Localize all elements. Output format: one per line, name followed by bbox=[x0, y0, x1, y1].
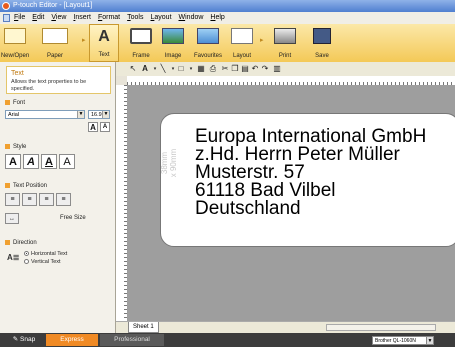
shrink-font-button[interactable]: A bbox=[100, 122, 110, 132]
style-section-header: Style bbox=[5, 144, 26, 150]
app-icon bbox=[2, 2, 10, 10]
menu-window[interactable]: Window bbox=[179, 12, 204, 24]
outline-style-button[interactable]: A bbox=[59, 154, 75, 169]
layout-button[interactable]: Layout bbox=[228, 24, 256, 62]
text-tool-icon: A bbox=[98, 28, 110, 45]
floppy-disk-icon bbox=[313, 28, 331, 44]
ribbon-arrow-icon: ▸ bbox=[82, 37, 86, 44]
image-button[interactable]: Image bbox=[158, 24, 188, 62]
text-position-section-header: Text Position bbox=[5, 183, 47, 189]
favourites-button[interactable]: Favourites bbox=[190, 24, 226, 62]
undo-icon[interactable]: ↶ bbox=[250, 64, 260, 74]
cut-icon[interactable]: ✂ bbox=[220, 64, 230, 74]
section-bullet-icon bbox=[5, 240, 10, 245]
document-icon[interactable] bbox=[3, 14, 10, 22]
align-left-button[interactable]: ≡ bbox=[5, 193, 20, 206]
title-bar: P-touch Editor - [Layout1] bbox=[0, 0, 455, 12]
redo-icon[interactable]: ↷ bbox=[260, 64, 270, 74]
properties-panel: Text Allows the text properties to be sp… bbox=[0, 62, 116, 333]
table-tool-icon[interactable]: ▦ bbox=[196, 64, 206, 74]
properties-header: Text Allows the text properties to be sp… bbox=[6, 66, 111, 94]
free-size-option[interactable]: Free Size bbox=[60, 215, 86, 221]
text-size-mode-button[interactable]: ↔ bbox=[5, 213, 19, 224]
image-icon bbox=[162, 28, 184, 44]
copy-icon[interactable]: ❐ bbox=[230, 64, 240, 74]
printer-icon bbox=[274, 28, 296, 44]
window-title: P-touch Editor - [Layout1] bbox=[13, 2, 93, 9]
line-tool-icon[interactable]: ╲ bbox=[158, 64, 168, 74]
align-center-button[interactable]: ≡ bbox=[22, 193, 37, 206]
chevron-down-icon: ▼ bbox=[102, 111, 109, 118]
paste-icon[interactable]: ▤ bbox=[240, 64, 250, 74]
sheet-tab[interactable]: Sheet 1 bbox=[128, 322, 159, 333]
chevron-down-icon[interactable]: ▾ bbox=[186, 64, 196, 74]
direction-section-header: Direction bbox=[5, 240, 37, 246]
section-bullet-icon bbox=[5, 100, 10, 105]
text-insert-icon[interactable]: A bbox=[140, 64, 150, 74]
snap-icon: ✎ bbox=[12, 336, 21, 343]
label-tape[interactable]: 38mm x 90mm Europa International GmbH z.… bbox=[160, 113, 455, 247]
horizontal-text-radio[interactable]: Horizontal Text bbox=[24, 251, 67, 257]
font-size-select[interactable]: 16.9 ▼ bbox=[88, 110, 110, 119]
align-right-icon: ≡ bbox=[44, 196, 49, 203]
label-text-object[interactable]: Europa International GmbH z.Hd. Herrn Pe… bbox=[195, 127, 426, 218]
resize-icon: ↔ bbox=[9, 216, 15, 222]
menu-view[interactable]: View bbox=[51, 12, 66, 24]
properties-icon[interactable]: ▥ bbox=[272, 64, 282, 74]
layout-icon bbox=[231, 28, 253, 44]
frame-button[interactable]: Frame bbox=[126, 24, 156, 62]
favourites-icon bbox=[197, 28, 219, 44]
menu-edit[interactable]: Edit bbox=[32, 12, 44, 24]
menu-format[interactable]: Format bbox=[98, 12, 120, 24]
italic-button[interactable]: A bbox=[23, 154, 39, 169]
frame-icon bbox=[130, 28, 152, 44]
ribbon-toolbar: New/Open Paper ▸ A Text Frame Image Favo… bbox=[0, 24, 455, 63]
menu-help[interactable]: Help bbox=[210, 12, 224, 24]
bold-button[interactable]: A bbox=[5, 154, 21, 169]
section-bullet-icon bbox=[5, 183, 10, 188]
text-button[interactable]: A Text bbox=[89, 24, 119, 62]
font-name-select[interactable]: Arial ▼ bbox=[5, 110, 85, 119]
professional-mode-tab[interactable]: Professional bbox=[100, 334, 164, 346]
menu-bar: File Edit View Insert Format Tools Layou… bbox=[0, 12, 455, 24]
justify-icon: ≡ bbox=[61, 196, 66, 203]
printer-select[interactable]: Brother QL-1060N ▼ bbox=[372, 336, 434, 345]
align-right-button[interactable]: ≡ bbox=[39, 193, 54, 206]
menu-layout[interactable]: Layout bbox=[150, 12, 171, 24]
justify-button[interactable]: ≡ bbox=[56, 193, 71, 206]
menu-tools[interactable]: Tools bbox=[127, 12, 143, 24]
align-left-icon: ≡ bbox=[10, 196, 15, 203]
new-open-icon bbox=[4, 28, 26, 44]
menu-insert[interactable]: Insert bbox=[73, 12, 91, 24]
label-dimensions: 38mm x 90mm bbox=[160, 148, 178, 178]
properties-heading: Text bbox=[11, 70, 24, 77]
chevron-down-icon: ▼ bbox=[426, 337, 433, 344]
select-pointer-icon[interactable]: ↖ bbox=[128, 64, 138, 74]
underline-button[interactable]: A bbox=[41, 154, 57, 169]
drawing-toolbar: ↖ A ▾ ╲ ▾ □ ▾ ▦ ⎙ ✂ ❐ ▤ ↶ ↷ ▥ bbox=[116, 62, 455, 77]
vertical-text-radio[interactable]: Vertical Text bbox=[24, 259, 61, 265]
ribbon-arrow-icon: ▸ bbox=[260, 37, 264, 44]
snap-toggle[interactable]: ✎ Snap bbox=[4, 334, 44, 346]
menu-file[interactable]: File bbox=[14, 12, 25, 24]
save-button[interactable]: Save bbox=[307, 24, 337, 62]
grow-font-button[interactable]: A bbox=[88, 122, 98, 132]
horizontal-scrollbar[interactable] bbox=[326, 324, 436, 331]
express-mode-tab[interactable]: Express bbox=[46, 334, 98, 346]
new-open-button[interactable]: New/Open bbox=[0, 24, 30, 62]
paper-icon bbox=[42, 28, 68, 44]
font-section-header: Font bbox=[5, 100, 25, 106]
rectangle-tool-icon[interactable]: □ bbox=[176, 64, 186, 74]
print-button[interactable]: Print bbox=[270, 24, 300, 62]
print-preview-icon[interactable]: ⎙ bbox=[208, 64, 218, 74]
paper-button[interactable]: Paper bbox=[32, 24, 78, 62]
section-bullet-icon bbox=[5, 144, 10, 149]
chevron-down-icon: ▼ bbox=[77, 111, 84, 118]
align-center-icon: ≡ bbox=[27, 196, 32, 203]
text-direction-icon: A≣ bbox=[7, 253, 20, 262]
properties-description: Allows the text properties to be specifi… bbox=[11, 79, 87, 92]
